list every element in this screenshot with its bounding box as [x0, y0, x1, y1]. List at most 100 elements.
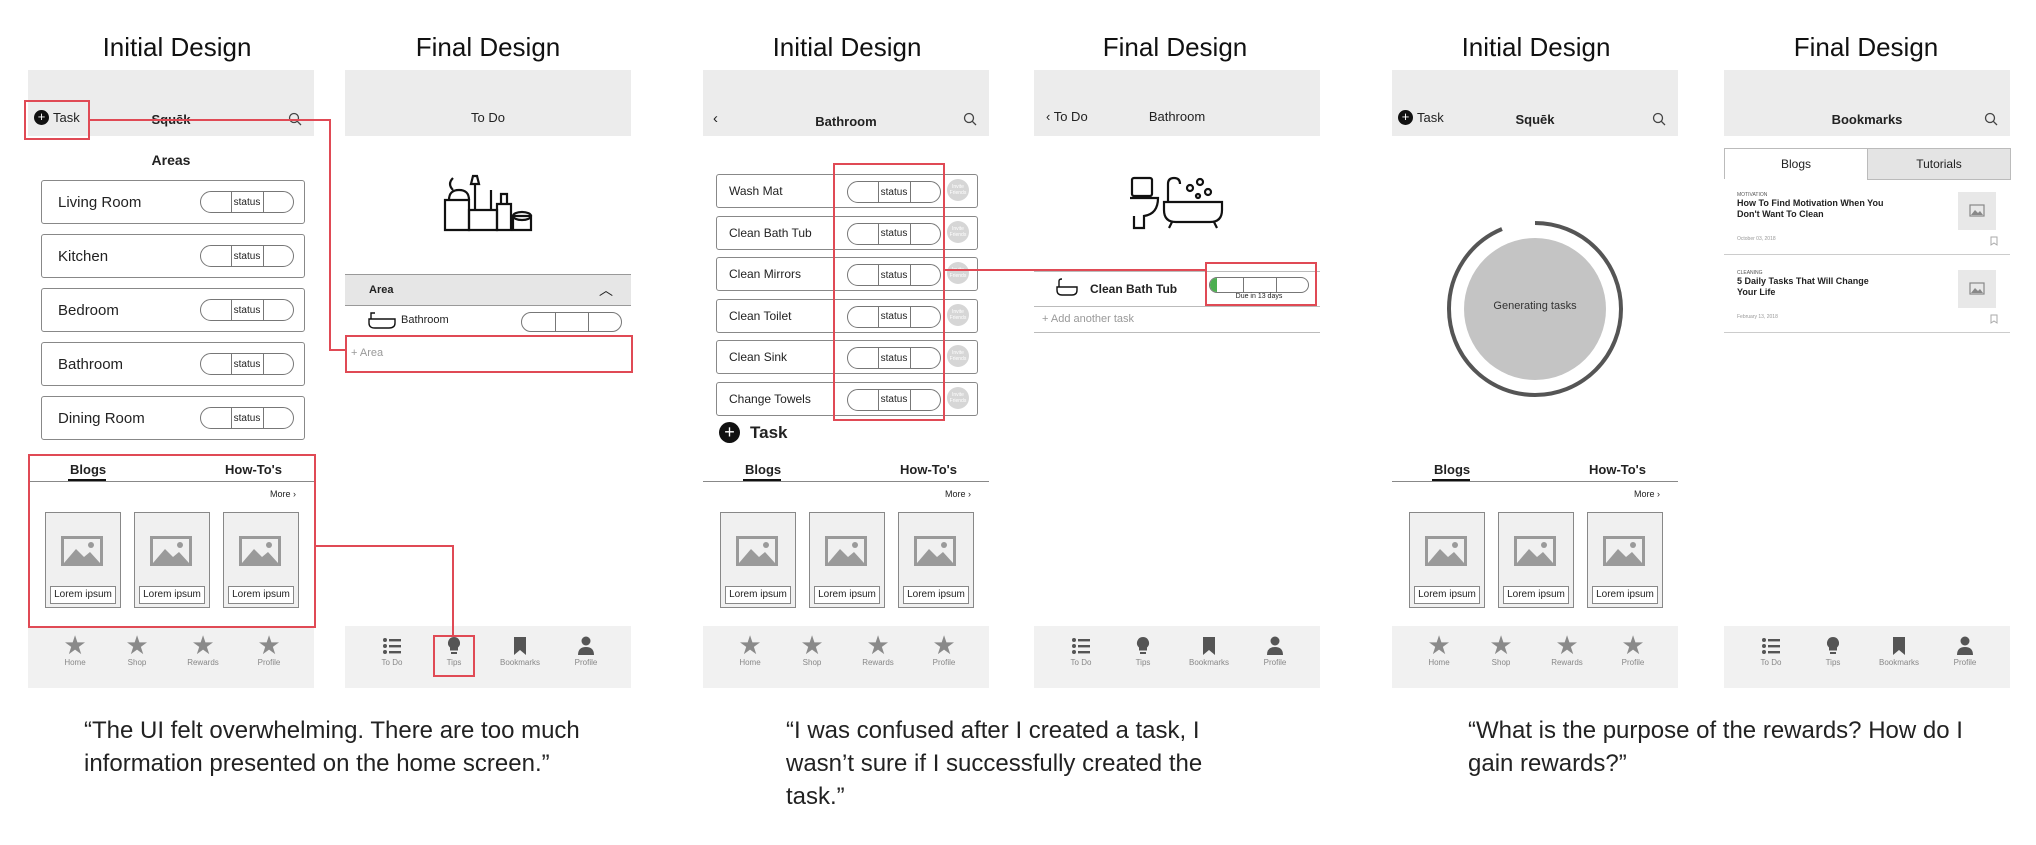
nav-item-to-do[interactable]: To Do [1741, 632, 1801, 667]
nav-item-bookmarks[interactable]: Bookmarks [1869, 632, 1929, 667]
section-title: Final Design [1793, 32, 1939, 62]
section-title: Final Design [1102, 32, 1248, 62]
blog-card[interactable]: Lorem ipsum [1587, 512, 1663, 608]
card-caption: Lorem ipsum [814, 586, 880, 604]
blog-card[interactable]: Lorem ipsum [898, 512, 974, 608]
highlight-task-button [24, 100, 90, 140]
nav-item-shop[interactable]: ★ Shop [107, 632, 167, 667]
star-icon: ★ [1555, 630, 1579, 660]
progress-toggle[interactable] [521, 312, 622, 332]
search-icon[interactable] [1984, 112, 1998, 126]
nav-item-shop[interactable]: ★ Shop [782, 632, 842, 667]
nav-item-home[interactable]: ★ Home [45, 632, 105, 667]
highlight-progress-toggle [1205, 262, 1317, 306]
invite-friends-button[interactable]: Invite Friends [947, 262, 969, 284]
bookmark-post[interactable]: MOTIVATION How To Find Motivation When Yo… [1724, 188, 2010, 255]
user-quote: “I was confused after I created a task, … [786, 717, 1203, 810]
thumbnail [1958, 192, 1996, 230]
status-toggle[interactable]: status [200, 407, 294, 429]
image-placeholder-icon [1514, 536, 1556, 566]
nav-item-to-do[interactable]: To Do [362, 632, 422, 667]
invite-friends-button[interactable]: Invite Friends [947, 386, 969, 409]
area-row[interactable]: Bathroom status [41, 342, 305, 386]
tab-blogs[interactable]: Blogs [1434, 462, 1470, 477]
divider [703, 481, 989, 482]
more-link[interactable]: More › [1634, 489, 1660, 499]
invite-friends-button[interactable]: Invite Friends [947, 179, 969, 201]
chevron-up-icon[interactable]: ︿ [599, 280, 613, 300]
bookmark-post[interactable]: CLEANING 5 Daily Tasks That Will Change Y… [1724, 266, 2010, 333]
area-header[interactable]: Area ︿ [345, 274, 631, 306]
thumbnail [1958, 270, 1996, 308]
blog-card[interactable]: Lorem ipsum [1409, 512, 1485, 608]
nav-item-profile[interactable]: Profile [1935, 632, 1995, 667]
section-title: Initial Design [1461, 32, 1611, 62]
nav-item-shop[interactable]: ★ Shop [1471, 632, 1531, 667]
list-icon [383, 638, 401, 654]
tab-howtos[interactable]: How-To's [1589, 462, 1646, 477]
profile-icon [578, 636, 594, 655]
nav-item-bookmarks[interactable]: Bookmarks [1179, 632, 1239, 667]
nav-item-home[interactable]: ★ Home [720, 632, 780, 667]
nav-item-profile[interactable]: ★ Profile [1603, 632, 1663, 667]
nav-item-rewards[interactable]: ★ Rewards [173, 632, 233, 667]
tab-tutorials[interactable]: Tutorials [1867, 148, 2011, 180]
area-row[interactable]: Bedroom status [41, 288, 305, 332]
nav-item-tips[interactable]: Tips [1803, 632, 1863, 667]
nav-item-home[interactable]: ★ Home [1409, 632, 1469, 667]
plus-circle-icon: + [719, 422, 740, 443]
status-toggle[interactable]: status [200, 353, 294, 375]
generating-text: Generating tasks [1493, 300, 1577, 312]
blog-card[interactable]: Lorem ipsum [809, 512, 885, 608]
star-icon: ★ [1621, 630, 1645, 660]
nav-item-rewards[interactable]: ★ Rewards [1537, 632, 1597, 667]
invite-friends-button[interactable]: Invite Friends [947, 220, 969, 243]
star-icon: ★ [800, 630, 824, 660]
nav-item-to-do[interactable]: To Do [1051, 632, 1111, 667]
search-icon[interactable] [1652, 112, 1666, 126]
card-caption: Lorem ipsum [725, 586, 791, 604]
bookmark-icon[interactable] [1990, 236, 1998, 246]
status-toggle[interactable]: status [200, 191, 294, 213]
nav-item-bookmarks[interactable]: Bookmarks [490, 632, 550, 667]
tab-blogs[interactable]: Blogs [745, 462, 781, 477]
tab-howtos[interactable]: How-To's [900, 462, 957, 477]
nav-item-profile[interactable]: ★ Profile [239, 632, 299, 667]
image-placeholder-icon [1969, 282, 1985, 295]
add-task-row[interactable]: + Add another task [1034, 306, 1320, 333]
invite-friends-button[interactable]: Invite Friends [947, 303, 969, 326]
search-icon[interactable] [963, 112, 977, 126]
area-row[interactable]: Kitchen status [41, 234, 305, 278]
area-row[interactable]: Living Room status [41, 180, 305, 224]
lightbulb-icon [1136, 636, 1150, 654]
connector-line [329, 119, 331, 351]
nav-item-profile[interactable]: Profile [556, 632, 616, 667]
nav-item-profile[interactable]: Profile [1245, 632, 1305, 667]
blog-card[interactable]: Lorem ipsum [720, 512, 796, 608]
nav-item-profile[interactable]: ★ Profile [914, 632, 974, 667]
highlight-blogs-section [28, 454, 316, 628]
tab-blogs[interactable]: Blogs [1724, 148, 1868, 179]
status-toggle[interactable]: status [200, 299, 294, 321]
list-icon [1762, 638, 1780, 654]
image-placeholder-icon [1603, 536, 1645, 566]
app-name: Squēk [1515, 112, 1555, 127]
image-placeholder-icon [1969, 204, 1985, 217]
section-title: Initial Design [772, 32, 922, 62]
blog-card[interactable]: Lorem ipsum [1498, 512, 1574, 608]
more-link[interactable]: More › [945, 489, 971, 499]
bottom-nav: To Do Tips Bookmarks Profile [1724, 626, 2010, 688]
card-caption: Lorem ipsum [1592, 586, 1658, 604]
image-placeholder-icon [914, 536, 956, 566]
status-toggle[interactable]: status [200, 245, 294, 267]
bathtub-icon [1056, 278, 1078, 296]
profile-icon [1267, 636, 1283, 655]
bottom-nav: To Do Tips Bookmarks Profile [345, 626, 631, 688]
nav-item-tips[interactable]: Tips [1113, 632, 1173, 667]
bookmark-icon[interactable] [1990, 314, 1998, 324]
add-task-button[interactable]: + Task [719, 422, 788, 443]
area-row[interactable]: Dining Room status [41, 396, 305, 440]
invite-friends-button[interactable]: Invite Friends [947, 345, 969, 367]
area-item-bathroom[interactable]: Bathroom [367, 311, 449, 329]
nav-item-rewards[interactable]: ★ Rewards [848, 632, 908, 667]
